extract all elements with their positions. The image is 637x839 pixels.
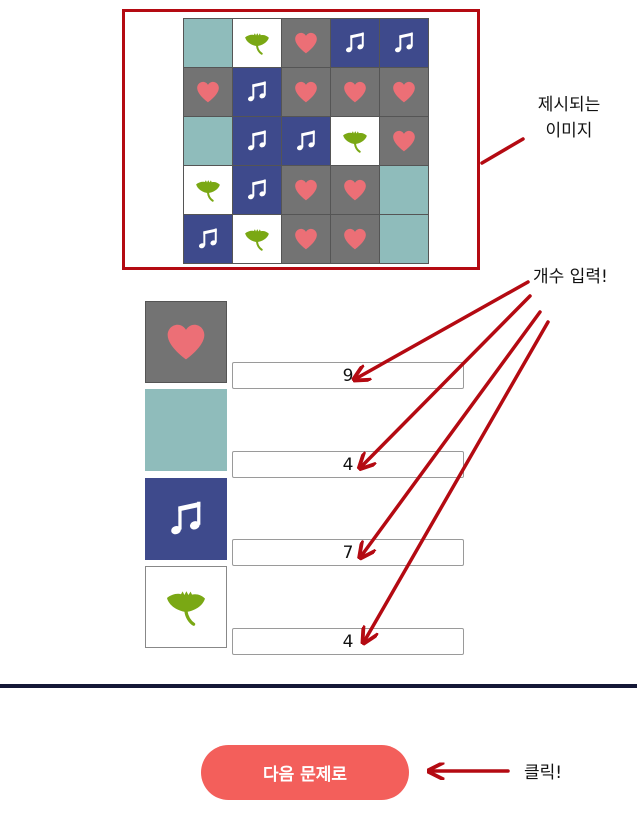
grid-cell-teal [184,117,233,166]
grid-cell-leaf [233,215,282,264]
count-input-leaf[interactable] [232,628,464,655]
grid-cell-heart [331,166,380,215]
grid-cell-heart [380,68,429,117]
grid-cell-teal [184,19,233,68]
count-input-teal[interactable] [232,451,464,478]
music-note-icon [390,29,418,57]
grid-cell-heart [282,19,331,68]
grid-cell-heart [331,215,380,264]
grid-cell-heart [380,117,429,166]
presented-image-pointer [480,137,525,165]
answer-tile-leaf [145,566,227,648]
grid-cell-leaf [233,19,282,68]
grid-cell-music [184,215,233,264]
ginkgo-leaf-icon [340,126,370,156]
heart-icon [342,226,368,252]
heart-icon [391,128,417,154]
ginkgo-leaf-icon [242,28,272,58]
heart-icon [164,320,208,364]
grid-cell-teal [380,215,429,264]
heart-icon [391,79,417,105]
grid-cell-music [380,19,429,68]
ginkgo-leaf-icon [162,583,210,631]
music-note-icon [292,127,320,155]
click-label: 클릭! [524,763,563,783]
music-note-icon [243,127,271,155]
presented-image-grid [183,18,429,264]
grid-cell-leaf [184,166,233,215]
grid-cell-heart [282,166,331,215]
heart-icon [195,79,221,105]
count-input-heart[interactable] [232,362,464,389]
arrow-to-music-input [362,310,542,555]
answer-tile-heart [145,301,227,383]
next-question-button[interactable]: 다음 문제로 [201,745,409,800]
ginkgo-leaf-icon [193,175,223,205]
count-input-label: 개수 입력! [533,267,608,287]
grid-cell-leaf [331,117,380,166]
music-note-icon [163,496,209,542]
presented-image-label-line1: 제시되는 [537,95,601,115]
grid-cell-music [282,117,331,166]
music-note-icon [243,78,271,106]
presented-image-label-line2: 이미지 [545,121,593,141]
grid-cell-music [331,19,380,68]
music-note-icon [194,225,222,253]
ginkgo-leaf-icon [242,224,272,254]
heart-icon [293,177,319,203]
grid-cell-heart [184,68,233,117]
answer-tile-teal [145,389,227,471]
music-note-icon [243,176,271,204]
heart-icon [342,79,368,105]
grid-cell-heart [331,68,380,117]
grid-cell-heart [282,215,331,264]
answer-tile-music [145,478,227,560]
presented-image-label: 제시되는 이미지 [524,92,614,144]
heart-icon [293,30,319,56]
grid-cell-music [233,68,282,117]
count-input-music[interactable] [232,539,464,566]
heart-icon [342,177,368,203]
music-note-icon [341,29,369,57]
grid-cell-music [233,166,282,215]
grid-cell-teal [380,166,429,215]
heart-icon [293,79,319,105]
grid-cell-music [233,117,282,166]
heart-icon [293,226,319,252]
grid-cell-heart [282,68,331,117]
section-divider [0,684,637,688]
